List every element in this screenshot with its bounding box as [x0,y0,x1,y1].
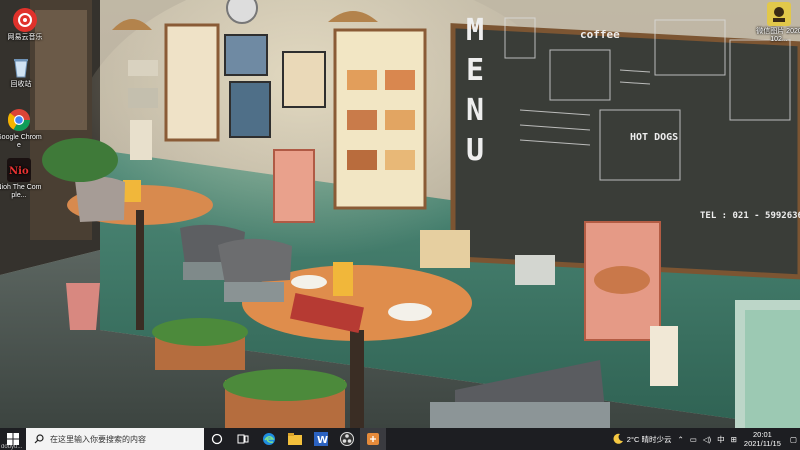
package-icon [367,433,379,445]
desktop-icon-chrome[interactable]: Google Chrome [0,108,42,150]
desktop: M E N U coffee HOT DOGS TEL : 021 - 5992… [0,0,800,428]
game-icon: Nio [7,158,31,182]
recycle-bin-icon [9,55,33,79]
taskbar-search-box[interactable]: 在这里输入你要搜索的内容 [26,428,204,450]
system-tray: 2°C 晴时少云 ⌃ ▭ ◁) 中 ⊞ 20:01 2021/11/15 ▢ [612,428,800,450]
search-placeholder: 在这里输入你要搜索的内容 [50,434,146,444]
taskbar-obs[interactable] [334,428,360,450]
taskbar-word[interactable]: W [308,428,334,450]
svg-text:N: N [466,93,484,128]
task-view-icon [237,434,249,444]
weather-moon-icon [613,433,623,444]
edge-icon [263,433,275,445]
taskbar-edge[interactable] [256,428,282,450]
desktop-icon-image-file[interactable]: 微信图片 2020102... [756,2,800,44]
desktop-icon-netease-music[interactable]: 网易云音乐 [2,8,48,42]
svg-text:E: E [466,53,484,88]
menu-coffee-text: coffee [580,28,620,41]
network-icon[interactable]: ▭ [690,435,697,444]
svg-text:Nio: Nio [9,166,29,177]
word-icon: W [314,432,328,446]
wallpaper-cafe-scene: M E N U coffee HOT DOGS TEL : 021 - 5992… [0,0,800,428]
file-explorer-icon [288,433,302,445]
taskbar: 在这里输入你要搜索的内容 W 2°C 晴时少云 ⌃ ▭ ◁) 中 ⊞ 20:01… [0,428,800,450]
desktop-icon-label: Google Chrome [0,134,42,149]
image-file-icon [767,2,791,26]
tray-overflow-icon[interactable]: ⌃ [677,435,683,444]
cortana-icon [211,433,223,445]
desktop-icon-label: 网易云音乐 [7,34,43,41]
task-view-button[interactable] [230,428,256,450]
svg-text:W: W [317,435,328,446]
desktop-icon-label: 微信图片 2020102... [756,28,800,43]
input-method-indicator[interactable]: 中 [717,434,725,445]
volume-icon[interactable]: ◁) [703,435,711,444]
obs-icon [340,432,354,446]
watermark: douyu... [1,444,23,450]
menu-hotdogs-text: HOT DOGS [630,132,678,143]
taskbar-file-explorer[interactable] [282,428,308,450]
taskbar-clock[interactable]: 20:01 2021/11/15 [744,430,781,448]
notification-icon[interactable]: ▢ [790,435,797,444]
svg-text:U: U [466,133,484,168]
desktop-icon-recycle-bin[interactable]: 回收站 [0,55,44,89]
svg-text:M: M [466,13,484,48]
clock-date: 2021/11/15 [743,439,781,448]
ime-grid-icon[interactable]: ⊞ [731,435,737,444]
music-note-icon [13,8,37,32]
search-icon [34,434,44,444]
desktop-icon-nioh[interactable]: Nio Nioh The Comple... [0,158,42,200]
desktop-icon-label: Nioh The Comple... [0,184,42,199]
cortana-button[interactable] [204,428,230,450]
clock-time: 20:01 [753,430,772,439]
desktop-icon-label: 回收站 [10,81,32,88]
menu-phone-text: TEL : 021 - 59926369 [700,211,800,221]
weather-text[interactable]: 2°C 晴时少云 [627,434,672,445]
chrome-icon [7,108,31,132]
taskbar-package-app[interactable] [360,428,386,450]
